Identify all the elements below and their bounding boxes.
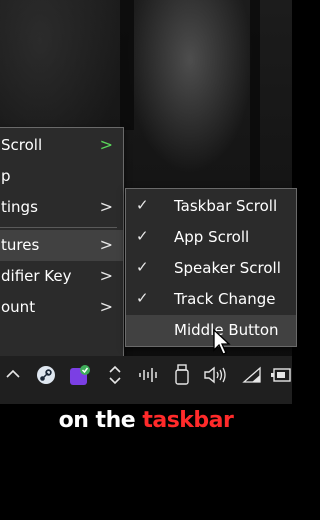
tree-silhouette — [120, 0, 134, 130]
checkmark-icon: ✓ — [136, 196, 149, 214]
menu-item-label: tings — [1, 198, 38, 216]
menu-separator — [0, 227, 117, 228]
menu-item-label: ount — [1, 298, 36, 316]
chevron-right-icon: > — [99, 297, 113, 316]
submenu-item-app-scroll[interactable]: ✓ App Scroll — [126, 222, 296, 253]
menu-item-2[interactable]: p — [0, 161, 123, 192]
menu-item-account[interactable]: ount > — [0, 292, 123, 323]
submenu-item-label: Taskbar Scroll — [174, 197, 278, 215]
menu-item-label: difier Key — [1, 267, 72, 285]
submenu-item-speaker-scroll[interactable]: ✓ Speaker Scroll — [126, 253, 296, 284]
menu-item-label: p — [1, 167, 11, 185]
submenu-item-track-change[interactable]: ✓ Track Change — [126, 284, 296, 315]
menu-item-scroll[interactable]: Scroll > — [0, 130, 123, 161]
mouse-cursor-icon — [212, 328, 232, 360]
usb-drive-icon[interactable] — [174, 364, 190, 391]
features-submenu: ✓ Taskbar Scroll ✓ App Scroll ✓ Speaker … — [125, 188, 297, 347]
caption-text: on the taskbar — [0, 408, 292, 433]
main-context-menu: Scroll > p tings > tures > difier Key > … — [0, 127, 124, 365]
submenu-item-label: Speaker Scroll — [174, 259, 281, 277]
checkmark-icon: ✓ — [136, 258, 149, 276]
battery-icon[interactable] — [270, 366, 292, 389]
chevron-right-icon: > — [99, 266, 113, 285]
speaker-icon[interactable] — [203, 365, 229, 390]
chevron-right-icon: > — [99, 197, 113, 216]
menu-item-label: Scroll — [1, 136, 43, 154]
menu-item-settings[interactable]: tings > — [0, 192, 123, 223]
app-icon[interactable] — [68, 363, 92, 392]
steam-icon[interactable] — [36, 365, 56, 390]
submenu-item-label: App Scroll — [174, 228, 250, 246]
caption-part-1: on the — [58, 408, 136, 433]
menu-item-modifier-key[interactable]: difier Key > — [0, 261, 123, 292]
up-down-arrows-icon[interactable] — [107, 364, 123, 391]
chevron-right-icon: > — [99, 235, 113, 254]
chevron-right-icon: > — [99, 135, 113, 154]
wifi-icon[interactable] — [242, 366, 262, 389]
taskbar — [0, 356, 292, 404]
chevron-up-icon[interactable] — [5, 366, 21, 387]
menu-item-label: tures — [1, 236, 40, 254]
audio-wave-icon[interactable] — [138, 366, 160, 389]
submenu-item-taskbar-scroll[interactable]: ✓ Taskbar Scroll — [126, 191, 296, 222]
submenu-item-label: Track Change — [174, 290, 276, 308]
caption-part-2: taskbar — [142, 408, 234, 433]
submenu-item-middle-button[interactable]: Middle Button — [126, 315, 296, 346]
checkmark-icon: ✓ — [136, 227, 149, 245]
tree-silhouette — [250, 0, 260, 190]
menu-item-features[interactable]: tures > — [0, 230, 123, 261]
checkmark-icon: ✓ — [136, 289, 149, 307]
